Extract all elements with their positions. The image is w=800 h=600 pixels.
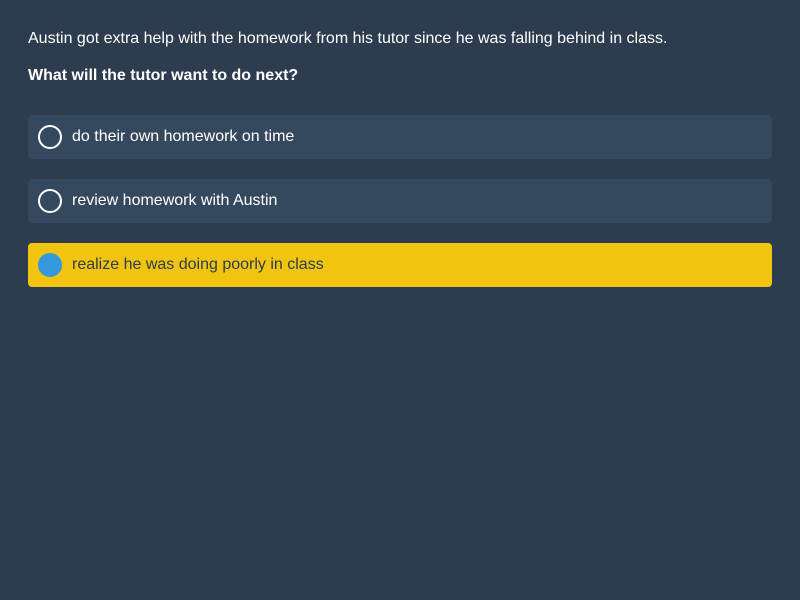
radio-icon[interactable]	[38, 253, 62, 277]
question-text: What will the tutor want to do next?	[28, 67, 299, 84]
radio-icon[interactable]	[38, 189, 62, 213]
answer-options: do their own homework on time review hom…	[28, 115, 772, 287]
context-text: Austin got extra help with the homework …	[28, 30, 668, 47]
radio-icon[interactable]	[38, 125, 62, 149]
answer-label: realize he was doing poorly in class	[72, 256, 324, 273]
answer-option-3[interactable]: realize he was doing poorly in class	[28, 243, 772, 287]
answer-option-2[interactable]: review homework with Austin	[28, 179, 772, 223]
answer-option-1[interactable]: do their own homework on time	[28, 115, 772, 159]
answer-label: do their own homework on time	[72, 128, 295, 145]
answer-label: review homework with Austin	[72, 192, 278, 209]
quiz-page: Austin got extra help with the homework …	[0, 0, 800, 600]
